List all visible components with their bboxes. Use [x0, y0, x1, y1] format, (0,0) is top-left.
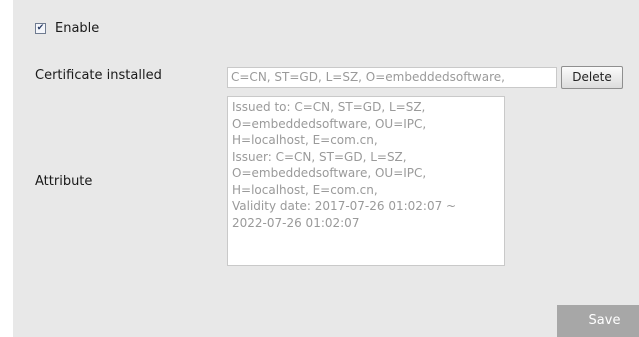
attribute-line: 2022-07-26 01:02:07: [232, 215, 360, 230]
delete-button[interactable]: Delete: [561, 66, 623, 89]
attribute-line: H=localhost, E=com.cn,: [232, 133, 378, 147]
attribute-line: Issued to: C=CN, ST=GD, L=SZ,: [232, 100, 426, 114]
enable-checkbox[interactable]: ✔: [35, 23, 46, 34]
settings-panel: ✔ Enable Certificate installed C=CN, ST=…: [13, 0, 639, 337]
certificate-installed-label: Certificate installed: [35, 68, 162, 83]
attribute-line: H=localhost, E=com.cn,: [232, 182, 378, 197]
attribute-line: O=embeddedsoftware, OU=IPC,: [232, 166, 427, 180]
save-button[interactable]: Save: [557, 305, 639, 337]
checkmark-icon: ✔: [36, 23, 45, 33]
certificate-field[interactable]: C=CN, ST=GD, L=SZ, O=embeddedsoftware,: [227, 67, 557, 88]
attribute-line: Validity date: 2017-07-26 01:02:07 ~: [232, 199, 457, 213]
attribute-label: Attribute: [35, 174, 93, 189]
attribute-textarea[interactable]: Issued to: C=CN, ST=GD, L=SZ, O=embedded…: [227, 96, 505, 266]
enable-row: ✔ Enable: [35, 21, 99, 36]
attribute-line: O=embeddedsoftware, OU=IPC,: [232, 116, 427, 131]
attribute-line: Issuer: C=CN, ST=GD, L=SZ,: [232, 149, 407, 164]
enable-label: Enable: [55, 21, 100, 36]
